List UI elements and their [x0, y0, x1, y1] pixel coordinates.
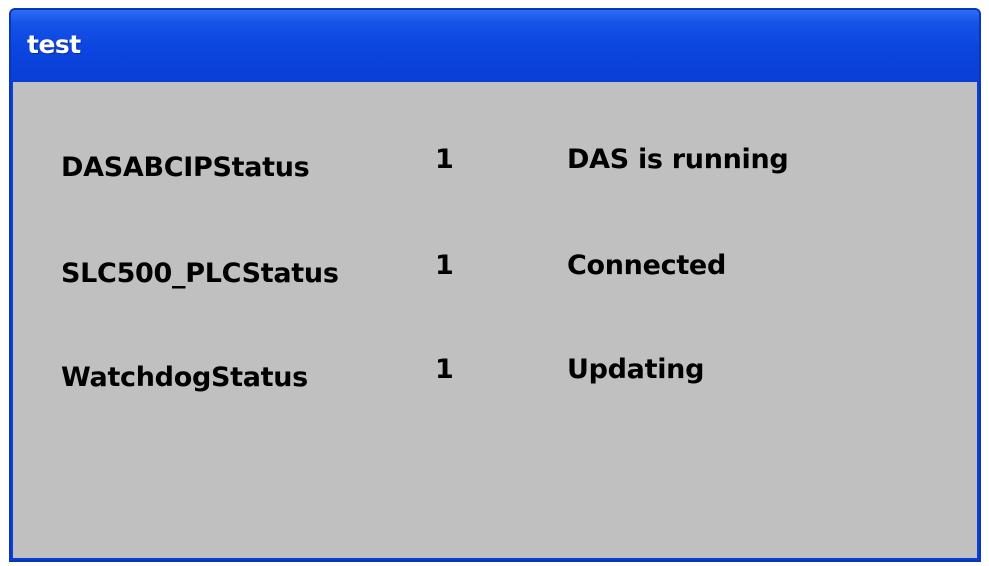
status-row: WatchdogStatus 1 Updating: [13, 354, 977, 394]
status-value: 1: [435, 144, 454, 175]
status-row: SLC500_PLCStatus 1 Connected: [13, 250, 977, 290]
status-text: DAS is running: [567, 144, 789, 175]
window-titlebar[interactable]: test: [11, 10, 979, 82]
status-panel: DASABCIPStatus 1 DAS is running SLC500_P…: [13, 82, 977, 558]
status-name: SLC500_PLCStatus: [61, 258, 339, 289]
status-name: WatchdogStatus: [61, 362, 308, 393]
status-window: test DASABCIPStatus 1 DAS is running SLC…: [9, 8, 981, 562]
window-title: test: [27, 30, 81, 59]
status-text: Connected: [567, 250, 726, 281]
status-value: 1: [435, 354, 454, 385]
status-value: 1: [435, 250, 454, 281]
status-row: DASABCIPStatus 1 DAS is running: [13, 144, 977, 184]
status-name: DASABCIPStatus: [61, 152, 310, 183]
status-text: Updating: [567, 354, 705, 385]
